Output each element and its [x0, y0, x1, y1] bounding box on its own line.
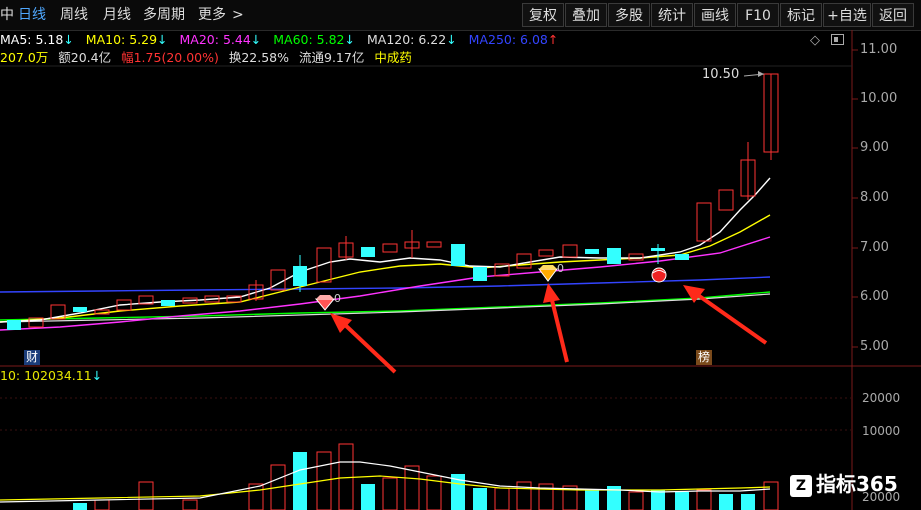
price-axis-label: 10.00 [860, 91, 898, 106]
gem-icon: 0 [314, 292, 341, 311]
candle [7, 320, 21, 330]
price-axis-label: 5.00 [860, 339, 889, 354]
candle [651, 248, 665, 251]
candle [293, 266, 307, 286]
price-axis-label: 8.00 [860, 190, 889, 205]
zhibiao-logo-icon: Z [790, 474, 812, 497]
high-price-annotation: 10.50 [702, 67, 740, 82]
candle [675, 254, 689, 260]
candle [562, 244, 578, 258]
volume-bars [73, 443, 779, 510]
candle [382, 243, 398, 253]
candles [7, 73, 779, 330]
price-axis-label: 7.00 [860, 240, 889, 255]
candle [451, 244, 465, 266]
financial-report-tag[interactable]: 财 [24, 350, 41, 365]
ball-icon [651, 267, 667, 283]
price-axis-label: 9.00 [860, 140, 889, 155]
candle [585, 249, 599, 254]
candle [607, 248, 621, 264]
price-axis-label: 6.00 [860, 289, 889, 304]
watermark-logo: Z 指标365 [790, 468, 898, 497]
candle [73, 307, 87, 312]
svg-text:0: 0 [557, 262, 564, 275]
candle [538, 249, 554, 257]
volume-ma-legend: 10: 102034.11↓ [0, 368, 103, 383]
candle [161, 300, 175, 306]
dragon-tiger-list-tag[interactable]: 榜 [696, 350, 713, 365]
candle [516, 253, 532, 269]
candle [361, 247, 375, 257]
arrow-icon [330, 313, 397, 374]
candlestick-chart[interactable]: 0 0 [0, 0, 921, 510]
volume-axis-label: 20000 [862, 391, 901, 405]
arrow-icon [543, 283, 569, 363]
candle [426, 241, 442, 248]
svg-text:0: 0 [334, 292, 341, 305]
volume-axis-label: 10000 [862, 424, 901, 438]
candle [696, 202, 712, 242]
price-axis-label: 11.00 [860, 42, 898, 57]
candle [473, 267, 487, 281]
gem-icon: 0 [538, 262, 564, 282]
candle [718, 189, 734, 211]
